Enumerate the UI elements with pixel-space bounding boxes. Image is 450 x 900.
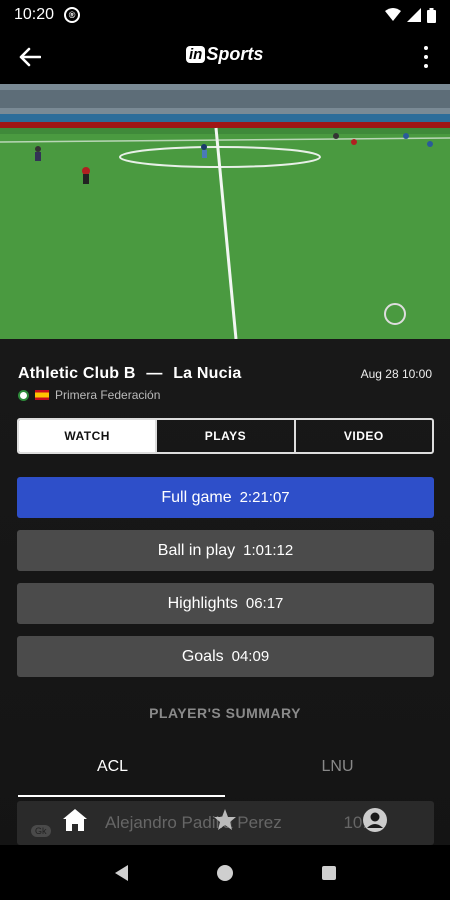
status-icons (385, 7, 436, 23)
tab-bar: WATCH PLAYS VIDEO (17, 418, 434, 454)
account-circle-icon (363, 808, 387, 832)
star-icon (214, 809, 236, 830)
app-bar: in Sports (0, 30, 450, 84)
goals-button[interactable]: Goals 04:09 (17, 636, 434, 677)
tab-video[interactable]: VIDEO (293, 420, 432, 452)
bottom-nav (0, 795, 450, 845)
notification-icon: ® (64, 7, 81, 23)
system-nav-bar (0, 845, 450, 900)
team-tab-lnu[interactable]: LNU (225, 752, 450, 788)
battery-icon (427, 7, 436, 23)
app-logo: in Sports (186, 44, 263, 65)
nav-profile[interactable] (300, 795, 450, 845)
spain-flag-icon (35, 390, 49, 400)
system-back-icon[interactable] (114, 864, 128, 881)
home-icon (63, 809, 87, 831)
status-bar: 10:20 ® (0, 0, 450, 30)
video-frame (0, 84, 450, 339)
players-summary-title: PLAYER'S SUMMARY (149, 705, 301, 721)
team-separator: — (146, 365, 163, 382)
home-team: Athletic Club B (18, 365, 136, 382)
option-duration: 2:21:07 (239, 489, 290, 506)
option-duration: 04:09 (231, 648, 270, 665)
system-recents-icon[interactable] (321, 865, 336, 880)
video-player[interactable] (0, 84, 450, 339)
nav-home[interactable] (0, 795, 150, 845)
status-time: 10:20 (14, 6, 55, 23)
more-menu-button[interactable] (416, 44, 436, 70)
away-team: La Nucia (173, 365, 242, 382)
match-date: Aug 28 10:00 (360, 367, 432, 381)
soccer-ball-icon (18, 389, 29, 401)
team-tab-acl[interactable]: ACL (0, 752, 225, 788)
signal-icon (407, 8, 421, 22)
logo-text: Sports (206, 44, 264, 64)
option-label: Ball in play (157, 541, 236, 559)
system-home-icon[interactable] (216, 864, 233, 881)
ball-in-play-button[interactable]: Ball in play 1:01:12 (17, 530, 434, 571)
summary-team-tabs: ACL LNU (0, 752, 450, 788)
option-label: Full game (161, 488, 232, 506)
wifi-icon (385, 8, 401, 21)
option-label: Highlights (167, 594, 238, 612)
option-duration: 06:17 (245, 595, 284, 612)
nav-favorites[interactable] (150, 795, 300, 845)
arrow-left-icon (19, 47, 41, 67)
full-game-button[interactable]: Full game 2:21:07 (17, 477, 434, 518)
option-duration: 1:01:12 (243, 542, 294, 559)
more-vert-icon (424, 46, 428, 50)
logo-prefix: in (186, 46, 206, 63)
highlights-button[interactable]: Highlights 06:17 (17, 583, 434, 624)
league-info: Primera Federación (18, 388, 160, 402)
tab-watch[interactable]: WATCH (19, 420, 156, 452)
league-name: Primera Federación (55, 388, 161, 402)
tab-plays[interactable]: PLAYS (155, 420, 293, 452)
option-label: Goals (181, 647, 224, 665)
match-title: Athletic Club B — La Nucia (18, 365, 247, 383)
back-button[interactable] (0, 30, 60, 84)
